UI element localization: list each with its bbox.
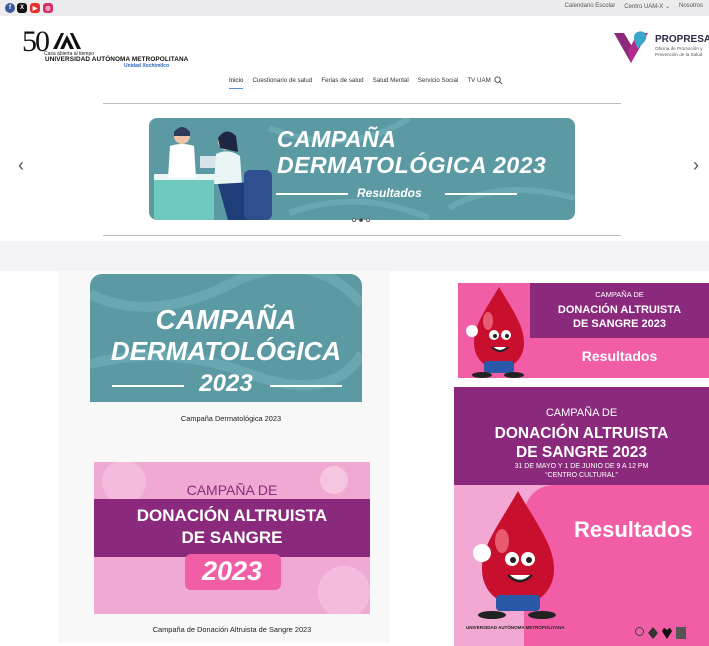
- sponsor-logo-icon: [648, 627, 658, 639]
- nav-item-servicio-social[interactable]: Servicio Social: [418, 77, 459, 89]
- card-don-caption[interactable]: Campaña de Donación Altruista de Sangre …: [94, 625, 370, 634]
- blood-drop-mascot-icon: [466, 287, 524, 378]
- card-derm-line1: CAMPAÑA: [155, 304, 297, 335]
- slider-next-button[interactable]: ›: [693, 155, 699, 176]
- slide-subtitle: Resultados: [357, 186, 422, 200]
- slider-dot-active[interactable]: [359, 218, 363, 222]
- card-donacion-resultados-large[interactable]: CAMPAÑA DE DONACIÓN ALTRUISTA DE SANGRE …: [454, 387, 709, 646]
- card-don-year: 2023: [201, 556, 263, 586]
- card-r1-line1: CAMPAÑA DE: [595, 290, 644, 299]
- card-dermatologica[interactable]: CAMPAÑA DERMATOLÓGICA 2023: [90, 274, 362, 402]
- card-r1-line3: DE SANGRE 2023: [573, 318, 666, 330]
- card-don-line1: CAMPAÑA DE: [186, 482, 278, 498]
- card-r2-venue: “CENTRO CULTURAL”: [545, 472, 618, 479]
- top-links: Calendario Escolar Centro UAM-X ⌄ Nosotr…: [565, 3, 703, 10]
- top-bar: f X ▶ ◎ Calendario Escolar Centro UAM-X …: [0, 0, 709, 16]
- card-r2-line1: CAMPAÑA DE: [545, 407, 618, 419]
- facebook-icon[interactable]: f: [5, 3, 15, 13]
- slider-dots: [352, 218, 370, 222]
- search-icon[interactable]: [494, 76, 503, 85]
- divider: [103, 235, 621, 236]
- top-link-nosotros[interactable]: Nosotros: [679, 3, 703, 10]
- sponsor-logo-icon: [676, 627, 686, 639]
- youtube-icon[interactable]: ▶: [30, 3, 40, 13]
- top-link-centro[interactable]: Centro UAM-X ⌄: [624, 3, 670, 10]
- sponsor-logo-icon: [635, 627, 644, 636]
- top-link-calendario[interactable]: Calendario Escolar: [565, 3, 616, 10]
- card-donacion-resultados-small[interactable]: CAMPAÑA DE DONACIÓN ALTRUISTA DE SANGRE …: [458, 283, 709, 378]
- brand-subtitle: Oficina de Promoción y Prevención de la …: [655, 46, 703, 57]
- card-derm-caption[interactable]: Campaña Dermatológica 2023: [90, 414, 372, 423]
- slide-title-line2: DERMATOLÓGICA 2023: [277, 152, 547, 178]
- card-r1-result: Resultados: [581, 348, 658, 364]
- card-r2-footer-logos: [635, 627, 686, 639]
- nav-item-inicio[interactable]: Inicio: [229, 77, 244, 89]
- nav-item-cuestionario[interactable]: Cuestionario de salud: [252, 77, 312, 89]
- nav-item-salud-mental[interactable]: Salud Mental: [373, 77, 409, 89]
- x-icon[interactable]: X: [17, 3, 27, 13]
- card-r2-dates: 31 DE MAYO Y 1 DE JUNIO DE 9 A 12 PM: [514, 463, 649, 470]
- slide-rule-right: [445, 193, 517, 195]
- hero-slide[interactable]: CAMPAÑA DERMATOLÓGICA 2023 Resultados: [149, 118, 575, 220]
- card-r1-line2: DONACIÓN ALTRUISTA: [557, 304, 682, 316]
- nav-item-ferias[interactable]: Ferias de salud: [321, 77, 363, 89]
- card-don-line3: DE SANGRE: [181, 528, 283, 547]
- slider-dot[interactable]: [366, 218, 370, 222]
- card-donacion[interactable]: CAMPAÑA DE DONACIÓN ALTRUISTA DE SANGRE …: [94, 462, 370, 614]
- card-r2-line2: DONACIÓN ALTRUISTA: [494, 425, 669, 442]
- slide-rule-left: [276, 193, 348, 195]
- card-r2-footer-org: UNIVERSIDAD AUTÓNOMA METROPOLITANA: [466, 625, 565, 630]
- main-nav: Inicio Cuestionario de salud Ferias de s…: [229, 77, 491, 89]
- divider: [103, 103, 621, 104]
- section-band: [0, 241, 709, 271]
- card-don-line2: DONACIÓN ALTRUISTA: [136, 506, 328, 525]
- uam-logo-icon: [53, 33, 81, 49]
- card-derm-line3: 2023: [199, 370, 253, 397]
- card-derm-rule-right: [270, 385, 342, 387]
- logo-unit-name: Unidad Xochimilco: [124, 63, 170, 69]
- card-r2-result: Resultados: [574, 517, 693, 542]
- nav-item-tv-uam[interactable]: TV UAM: [467, 77, 490, 89]
- slider-prev-button[interactable]: ‹: [18, 155, 24, 176]
- card-r2-line3: DE SANGRE 2023: [516, 444, 647, 461]
- heart-logo-icon: [662, 627, 672, 639]
- logo-university-name: UNIVERSIDAD AUTÓNOMA METROPOLITANA: [45, 56, 189, 63]
- blood-drop-mascot-icon: [473, 491, 556, 619]
- doctors-illustration: [154, 127, 272, 220]
- card-derm-line2: DERMATOLÓGICA: [110, 336, 342, 366]
- propresa-logo-icon[interactable]: [612, 27, 650, 65]
- brand-name: PROPRESA: [655, 34, 709, 45]
- slide-title-line1: CAMPAÑA: [277, 126, 397, 152]
- slider-dot[interactable]: [352, 218, 356, 222]
- instagram-icon[interactable]: ◎: [43, 3, 53, 13]
